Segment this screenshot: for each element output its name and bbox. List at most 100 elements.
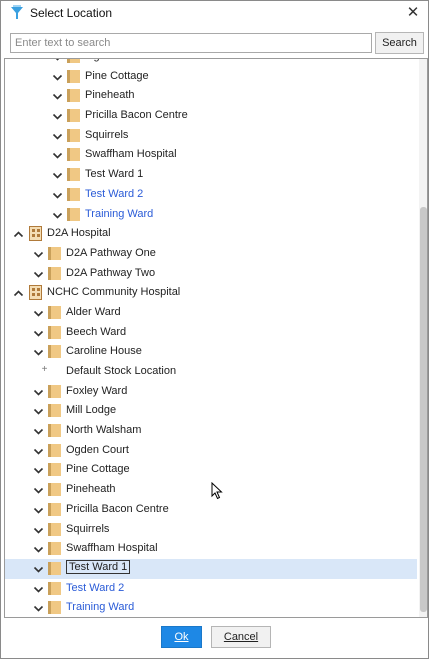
- tree-row[interactable]: Foxley Ward: [5, 382, 417, 402]
- chevron-down-icon[interactable]: [33, 269, 44, 280]
- chevron-down-icon[interactable]: [33, 465, 44, 476]
- tree-row-label: Training Ward: [66, 601, 135, 614]
- tree-row-label: Swaffham Hospital: [85, 148, 177, 161]
- tree-row-label: Ogden Court: [85, 59, 148, 62]
- tree-row-label: Default Stock Location: [66, 365, 177, 377]
- tree-row[interactable]: Swaffham Hospital: [5, 539, 417, 559]
- folder-icon: [48, 483, 61, 497]
- chevron-down-icon[interactable]: [52, 210, 63, 221]
- chevron-down-icon[interactable]: [33, 564, 44, 575]
- tree-row[interactable]: Beech Ward: [5, 323, 417, 343]
- folder-icon: [48, 345, 61, 359]
- tree-row-label: Pricilla Bacon Centre: [66, 502, 169, 515]
- tree-row-label: Mill Lodge: [66, 404, 117, 417]
- tree-row[interactable]: Alder Ward: [5, 303, 417, 323]
- tree-row-label: Test Ward 2: [85, 187, 144, 200]
- tree-row-label: Squirrels: [66, 522, 110, 535]
- tree-row-label: Training Ward: [85, 207, 154, 220]
- tree-row[interactable]: Test Ward 1: [5, 558, 417, 579]
- chevron-down-icon[interactable]: [33, 308, 44, 319]
- tree-row[interactable]: Squirrels: [5, 520, 417, 540]
- chevron-down-icon[interactable]: [33, 544, 44, 555]
- folder-icon: [67, 187, 80, 201]
- folder-icon: [67, 109, 80, 123]
- chevron-down-icon[interactable]: [33, 426, 44, 437]
- tree-row[interactable]: NCHC Community Hospital: [5, 283, 417, 303]
- tree-row[interactable]: Training Ward: [5, 598, 417, 617]
- tree-row[interactable]: D2A Pathway Two: [5, 264, 417, 284]
- tree-row-label: Squirrels: [85, 128, 129, 141]
- cancel-button[interactable]: Cancel: [211, 626, 271, 648]
- chevron-down-icon[interactable]: [33, 406, 44, 417]
- tree-row[interactable]: Ogden Court: [5, 441, 417, 461]
- scrollbar-thumb[interactable]: [420, 207, 427, 612]
- tree-row[interactable]: Test Ward 1: [5, 165, 417, 185]
- chevron-down-icon[interactable]: [33, 347, 44, 358]
- tree-row[interactable]: D2A Hospital: [5, 224, 417, 244]
- tree-row-label: Test Ward 1: [66, 559, 131, 574]
- tree-row-label: Pineheath: [85, 89, 135, 102]
- chevron-down-icon[interactable]: [33, 328, 44, 339]
- folder-icon: [67, 168, 80, 182]
- chevron-down-icon[interactable]: [33, 603, 44, 614]
- folder-icon: [48, 601, 61, 615]
- folder-icon: [67, 148, 80, 162]
- chevron-down-icon[interactable]: [33, 584, 44, 595]
- tree-row[interactable]: Mill Lodge: [5, 401, 417, 421]
- search-button[interactable]: Search: [375, 32, 424, 54]
- chevron-down-icon[interactable]: [52, 150, 63, 161]
- chevron-down-icon[interactable]: [52, 190, 63, 201]
- chevron-down-icon[interactable]: [52, 170, 63, 181]
- tree-row-label: Caroline House: [66, 345, 142, 358]
- folder-icon: [67, 69, 80, 83]
- tree-row[interactable]: + Default Stock Location: [5, 362, 417, 382]
- tree-row-label: NCHC Community Hospital: [47, 286, 181, 299]
- tree-row[interactable]: Ogden Court: [5, 58, 417, 67]
- folder-icon: [48, 443, 61, 457]
- folder-icon: [48, 542, 61, 556]
- tree-row[interactable]: Test Ward 2: [5, 185, 417, 205]
- chevron-down-icon[interactable]: [33, 249, 44, 260]
- tree-row[interactable]: Pine Cottage: [5, 67, 417, 87]
- tree-row-label: Pricilla Bacon Centre: [85, 109, 188, 122]
- location-tree[interactable]: Ogden Court Pine Cottage Pineheath Pricilla…: [4, 58, 428, 618]
- chevron-down-icon[interactable]: [33, 505, 44, 516]
- folder-icon: [67, 59, 80, 63]
- chevron-down-icon[interactable]: [33, 485, 44, 496]
- folder-icon: [48, 561, 61, 575]
- chevron-up-icon[interactable]: [13, 229, 24, 240]
- building-icon: [29, 226, 42, 242]
- chevron-up-icon[interactable]: [13, 288, 24, 299]
- building-icon: [29, 285, 42, 301]
- tree-row[interactable]: Pine Cottage: [5, 460, 417, 480]
- chevron-down-icon[interactable]: [52, 72, 63, 83]
- chevron-down-icon[interactable]: [52, 91, 63, 102]
- folder-icon: [48, 305, 61, 319]
- folder-icon: [48, 424, 61, 438]
- tree-row[interactable]: Pricilla Bacon Centre: [5, 500, 417, 520]
- tree-row[interactable]: Training Ward: [5, 205, 417, 225]
- mouse-cursor-icon: [211, 482, 223, 500]
- chevron-down-icon[interactable]: [52, 111, 63, 122]
- ok-button[interactable]: Ok: [161, 626, 202, 648]
- chevron-down-icon[interactable]: [52, 131, 63, 142]
- tree-row[interactable]: Swaffham Hospital: [5, 145, 417, 165]
- search-input[interactable]: [10, 33, 372, 53]
- tree-row[interactable]: North Walsham: [5, 421, 417, 441]
- leaf-bullet-icon: +: [41, 364, 48, 375]
- chevron-down-icon[interactable]: [33, 446, 44, 457]
- tree-row[interactable]: Test Ward 2: [5, 579, 417, 599]
- tree-row[interactable]: Caroline House: [5, 342, 417, 362]
- folder-icon: [48, 404, 61, 418]
- chevron-down-icon[interactable]: [52, 58, 63, 63]
- close-icon[interactable]: ✕: [403, 3, 423, 23]
- tree-row[interactable]: D2A Pathway One: [5, 244, 417, 264]
- tree-row-label: Beech Ward: [66, 325, 127, 338]
- tree-rows: Ogden Court Pine Cottage Pineheath Pricilla…: [5, 58, 417, 617]
- tree-row[interactable]: Squirrels: [5, 126, 417, 146]
- chevron-down-icon[interactable]: [33, 525, 44, 536]
- vertical-scrollbar[interactable]: [419, 59, 427, 617]
- tree-row[interactable]: Pricilla Bacon Centre: [5, 106, 417, 126]
- chevron-down-icon[interactable]: [33, 387, 44, 398]
- tree-row[interactable]: Pineheath: [5, 86, 417, 106]
